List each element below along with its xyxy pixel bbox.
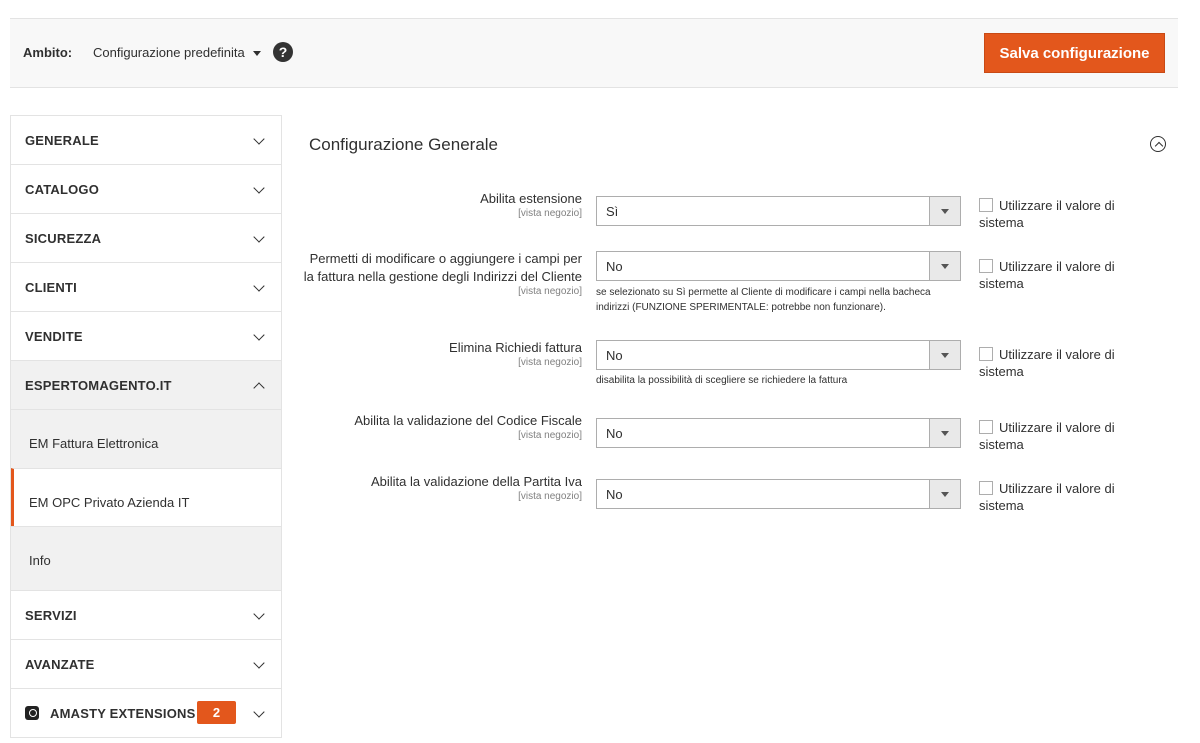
chevron-down-icon bbox=[253, 133, 265, 145]
chevron-down-icon bbox=[253, 329, 265, 341]
sidebar-item-servizi[interactable]: SERVIZI bbox=[11, 591, 281, 640]
sidebar-item-label: CLIENTI bbox=[25, 280, 77, 295]
select-value: No bbox=[606, 259, 623, 274]
use-system-checkbox[interactable] bbox=[979, 481, 993, 495]
scope-tag: [vista negozio] bbox=[518, 208, 582, 219]
select-value: No bbox=[606, 426, 623, 441]
select-value: No bbox=[606, 487, 623, 502]
sidebar-item-label: SERVIZI bbox=[25, 608, 77, 623]
scope-value: Configurazione predefinita bbox=[93, 45, 245, 60]
codice-fiscale-select[interactable]: No bbox=[596, 418, 961, 448]
use-system-checkbox[interactable] bbox=[979, 347, 993, 361]
field-label: Permetti di modificare o aggiungere i ca… bbox=[303, 251, 582, 297]
use-system-checkbox[interactable] bbox=[979, 198, 993, 212]
sidebar-item-label: AMASTY EXTENSIONS bbox=[50, 706, 196, 721]
sidebar-item-vendite[interactable]: VENDITE bbox=[11, 312, 281, 361]
sidebar-item-label: CATALOGO bbox=[25, 182, 100, 197]
chevron-down-icon bbox=[253, 182, 265, 194]
elimina-richiedi-select[interactable]: No bbox=[596, 340, 961, 370]
dropdown-arrow-icon bbox=[929, 197, 960, 225]
sidebar-subitem-info[interactable]: Info bbox=[11, 526, 281, 590]
sidebar-item-label: ESPERTOMAGENTO.IT bbox=[25, 378, 172, 393]
sidebar-item-label: AVANZATE bbox=[25, 657, 95, 672]
sidebar-item-label: SICUREZZA bbox=[25, 231, 102, 246]
scope-toolbar: Ambito: Configurazione predefinita ? Sal… bbox=[10, 18, 1178, 88]
scope-tag: [vista negozio] bbox=[518, 491, 582, 502]
sidebar-item-clienti[interactable]: CLIENTI bbox=[11, 263, 281, 312]
dropdown-arrow-icon bbox=[929, 341, 960, 369]
sidebar-item-amasty[interactable]: AMASTY EXTENSIONS 2 bbox=[11, 689, 281, 738]
dropdown-arrow-icon bbox=[929, 252, 960, 280]
sidebar-item-catalogo[interactable]: CATALOGO bbox=[11, 165, 281, 214]
config-sidebar: GENERALE CATALOGO SICUREZZA CLIENTI VEND… bbox=[10, 115, 282, 738]
use-system-value: Utilizzare il valore di sistema bbox=[979, 420, 1115, 452]
scope-label: Ambito: bbox=[23, 45, 73, 60]
sidebar-subitem-label: EM Fattura Elettronica bbox=[29, 436, 159, 451]
sidebar-item-generale[interactable]: GENERALE bbox=[11, 116, 281, 165]
partita-iva-select[interactable]: No bbox=[596, 479, 961, 509]
use-system-value: Utilizzare il valore di sistema bbox=[979, 481, 1115, 513]
sidebar-subitem-opc-privato[interactable]: EM OPC Privato Azienda IT bbox=[11, 468, 281, 526]
caret-down-icon bbox=[252, 51, 261, 57]
dropdown-arrow-icon bbox=[929, 419, 960, 447]
scope-tag: [vista negozio] bbox=[518, 430, 582, 441]
permetti-modificare-select[interactable]: No bbox=[596, 251, 961, 281]
field-label: Abilita estensione [vista negozio] bbox=[302, 190, 582, 220]
scope-switcher[interactable]: Configurazione predefinita bbox=[93, 45, 261, 60]
sidebar-item-espertomagento[interactable]: ESPERTOMAGENTO.IT bbox=[11, 361, 281, 410]
sidebar-item-label: GENERALE bbox=[25, 133, 99, 148]
sidebar-item-avanzate[interactable]: AVANZATE bbox=[11, 640, 281, 689]
chevron-down-icon bbox=[253, 608, 265, 620]
section-title: Configurazione Generale bbox=[309, 135, 499, 154]
notification-badge: 2 bbox=[197, 701, 236, 724]
use-system-checkbox[interactable] bbox=[979, 259, 993, 273]
sidebar-item-label: VENDITE bbox=[25, 329, 83, 344]
collapse-icon[interactable] bbox=[1150, 136, 1166, 152]
scope-tag: [vista negozio] bbox=[518, 286, 582, 297]
scope-tag: [vista negozio] bbox=[518, 357, 582, 368]
sidebar-item-sicurezza[interactable]: SICUREZZA bbox=[11, 214, 281, 263]
use-system-value: Utilizzare il valore di sistema bbox=[979, 198, 1115, 230]
field-label: Elimina Richiedi fattura [vista negozio] bbox=[302, 339, 582, 369]
amasty-logo-icon bbox=[25, 706, 39, 720]
chevron-down-icon bbox=[253, 706, 265, 718]
sidebar-subitem-label: Info bbox=[29, 553, 51, 568]
help-icon[interactable]: ? bbox=[273, 42, 293, 62]
field-note: se selezionato su Sì permette al Cliente… bbox=[596, 287, 931, 313]
chevron-down-icon bbox=[253, 657, 265, 669]
use-system-value: Utilizzare il valore di sistema bbox=[979, 347, 1115, 379]
select-value: No bbox=[606, 348, 623, 363]
sidebar-subitem-fattura-elettronica[interactable]: EM Fattura Elettronica bbox=[11, 410, 281, 468]
abilita-estensione-select[interactable]: Sì bbox=[596, 196, 961, 226]
field-label: Abilita la validazione del Codice Fiscal… bbox=[302, 412, 582, 442]
chevron-up-icon bbox=[253, 382, 265, 394]
select-value: Sì bbox=[606, 204, 619, 219]
field-note: disabilita la possibilità di scegliere s… bbox=[596, 375, 848, 386]
field-label: Abilita la validazione della Partita Iva… bbox=[302, 473, 582, 503]
chevron-down-icon bbox=[253, 280, 265, 292]
use-system-value: Utilizzare il valore di sistema bbox=[979, 259, 1115, 291]
chevron-down-icon bbox=[253, 231, 265, 243]
dropdown-arrow-icon bbox=[929, 480, 960, 508]
sidebar-subitem-label: EM OPC Privato Azienda IT bbox=[29, 495, 190, 510]
use-system-checkbox[interactable] bbox=[979, 420, 993, 434]
sidebar-subitems: EM Fattura Elettronica EM OPC Privato Az… bbox=[11, 410, 281, 591]
save-config-button[interactable]: Salva configurazione bbox=[984, 33, 1165, 73]
